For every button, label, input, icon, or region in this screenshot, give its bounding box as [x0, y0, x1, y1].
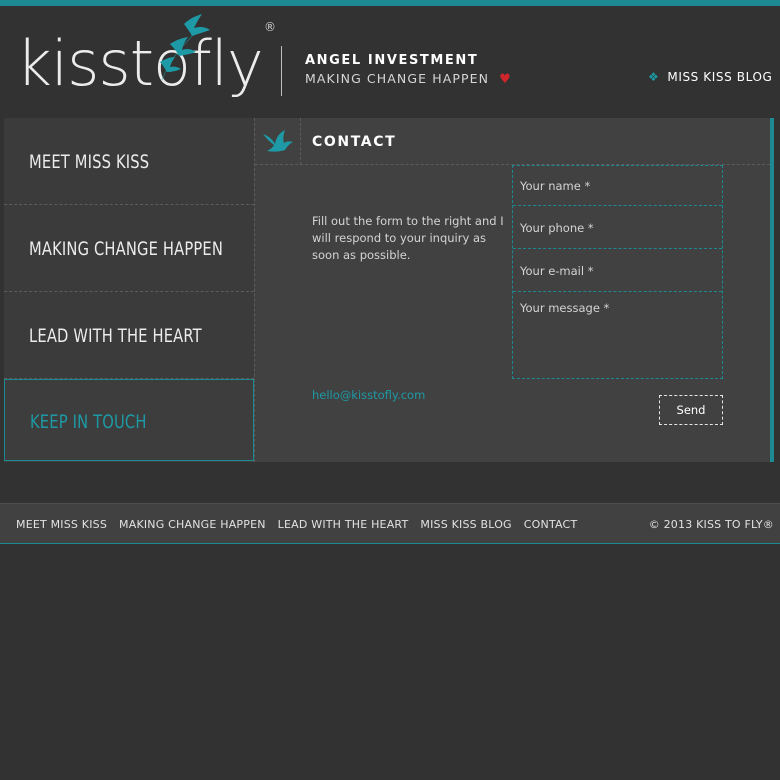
- tagline-primary: ANGEL INVESTMENT: [305, 53, 479, 68]
- sidebar-item-label: MEET MISS KISS: [29, 151, 150, 173]
- sidebar-item-label: LEAD WITH THE HEART: [29, 325, 202, 347]
- sidebar-item-keep-in-touch[interactable]: KEEP IN TOUCH: [4, 379, 254, 461]
- copyright: © 2013 KISS TO FLY®: [648, 518, 774, 531]
- email-link[interactable]: hello@kisstofly.com: [312, 388, 425, 402]
- registered-mark: ®: [264, 20, 276, 34]
- footer-link-miss-kiss-blog[interactable]: MISS KISS BLOG: [420, 518, 511, 531]
- footer-link-making-change-happen[interactable]: MAKING CHANGE HAPPEN: [119, 518, 266, 531]
- contact-header: CONTACT: [255, 118, 770, 165]
- blog-link[interactable]: ❖ MISS KISS BLOG: [648, 70, 772, 84]
- sidebar-item-lead-with-the-heart[interactable]: LEAD WITH THE HEART: [4, 292, 254, 379]
- contact-header-divider: [300, 118, 301, 165]
- site-logo[interactable]: kisstofly: [16, 14, 278, 112]
- sidebar-item-label: KEEP IN TOUCH: [30, 411, 147, 433]
- name-field[interactable]: Your name *: [513, 166, 722, 206]
- site-footer: MEET MISS KISS MAKING CHANGE HAPPEN LEAD…: [0, 503, 780, 544]
- contact-intro: Fill out the form to the right and I wil…: [312, 214, 504, 262]
- contact-form: Your name * Your phone * Your e-mail * Y…: [512, 165, 723, 379]
- bird-icon: [263, 130, 293, 152]
- column-divider: [254, 118, 255, 462]
- sidebar-item-label: MAKING CHANGE HAPPEN: [29, 238, 224, 260]
- footer-link-lead-with-the-heart[interactable]: LEAD WITH THE HEART: [278, 518, 409, 531]
- phone-field[interactable]: Your phone *: [513, 206, 722, 249]
- heart-icon: ♥: [499, 72, 512, 87]
- sidebar-item-meet-miss-kiss[interactable]: MEET MISS KISS: [4, 118, 254, 205]
- blog-link-label: MISS KISS BLOG: [667, 70, 773, 84]
- footer-link-contact[interactable]: CONTACT: [524, 518, 578, 531]
- header-divider: [281, 46, 282, 96]
- tagline-secondary: MAKING CHANGE HAPPEN ♥: [305, 71, 512, 87]
- tagline-secondary-text: MAKING CHANGE HAPPEN: [305, 71, 490, 86]
- email-field[interactable]: Your e-mail *: [513, 249, 722, 292]
- send-button[interactable]: Send: [659, 395, 723, 425]
- message-field[interactable]: Your message *: [513, 292, 722, 378]
- contact-title: CONTACT: [312, 134, 397, 150]
- birds-icon: [160, 14, 210, 81]
- footer-nav: MEET MISS KISS MAKING CHANGE HAPPEN LEAD…: [16, 518, 577, 531]
- footer-link-meet-miss-kiss[interactable]: MEET MISS KISS: [16, 518, 107, 531]
- site-header: kisstofly ® ANGEL INVESTMENT MAKING CHAN…: [0, 6, 780, 118]
- main-panel: MEET MISS KISS MAKING CHANGE HAPPEN LEAD…: [4, 118, 774, 462]
- sidebar-item-making-change-happen[interactable]: MAKING CHANGE HAPPEN: [4, 205, 254, 292]
- sparkle-icon: ❖: [648, 70, 660, 84]
